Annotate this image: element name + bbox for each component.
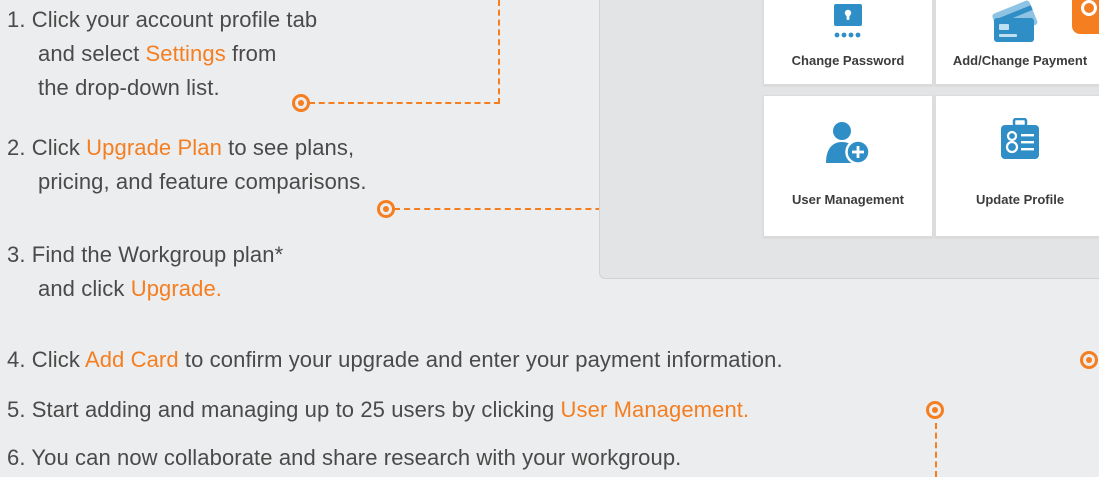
update-profile-tile[interactable]: Update Profile [935, 95, 1099, 237]
step-text: You can now collaborate and share resear… [31, 445, 682, 470]
lock-password-icon [834, 4, 862, 38]
step-6: 6. You can now collaborate and share res… [7, 441, 681, 475]
step-text: to confirm your upgrade and enter your p… [178, 347, 783, 372]
step-text: to see plans, [221, 135, 355, 160]
callout-marker [1080, 351, 1098, 369]
step-4: 4. Click Add Card to confirm your upgrad… [7, 343, 783, 377]
step-number: 5. [7, 397, 26, 422]
add-user-icon [826, 122, 871, 165]
step-text: the drop-down list. [38, 75, 220, 100]
step-number: 6. [7, 445, 26, 470]
step-number: 3. [7, 242, 26, 267]
callout-connector [498, 0, 500, 104]
callout-marker [926, 401, 944, 419]
step-text: pricing, and feature comparisons. [38, 169, 367, 194]
step-text: and select [38, 41, 146, 66]
highlight-badge [1070, 0, 1099, 36]
step-number: 1. [7, 7, 26, 32]
step-text: from [225, 41, 277, 66]
callout-marker [292, 94, 310, 112]
tile-label: Change Password [791, 53, 905, 68]
step-text: Click [31, 135, 87, 160]
tile-label: User Management [792, 192, 904, 207]
callout-connector [935, 423, 937, 477]
upgrade-plan-highlight: Upgrade Plan [86, 135, 222, 160]
tile-label: Update Profile [975, 192, 1065, 207]
step-text: Find the Workgroup plan* [31, 242, 284, 267]
add-card-highlight: Add Card [84, 347, 179, 372]
step-text: Start adding and managing up to 25 users… [31, 397, 561, 422]
settings-highlight: Settings [145, 41, 226, 66]
step-2: 2. Click Upgrade Plan to see plans, pric… [7, 131, 367, 199]
step-number: 4. [7, 347, 26, 372]
callout-marker [377, 200, 395, 218]
step-1: 1. Click your account profile tab and se… [7, 3, 317, 105]
step-text: Click [31, 347, 85, 372]
user-management-highlight: User Management. [560, 397, 750, 422]
step-text: Click your account profile tab [31, 7, 318, 32]
step-text: and click [38, 276, 131, 301]
credit-card-icon [992, 0, 1038, 42]
tile-label: Add/Change Payment [952, 53, 1088, 68]
change-password-tile[interactable]: Change Password [763, 0, 933, 85]
user-management-tile[interactable]: User Management [763, 95, 933, 237]
upgrade-highlight: Upgrade. [130, 276, 223, 301]
step-3: 3. Find the Workgroup plan* and click Up… [7, 238, 283, 306]
settings-panel: Change Password Add/Change Payment User … [599, 0, 1099, 279]
badge-ring-icon [1081, 0, 1097, 16]
step-5: 5. Start adding and managing up to 25 us… [7, 393, 749, 427]
step-number: 2. [7, 135, 26, 160]
callout-connector [309, 102, 500, 104]
profile-card-icon [1001, 118, 1039, 159]
